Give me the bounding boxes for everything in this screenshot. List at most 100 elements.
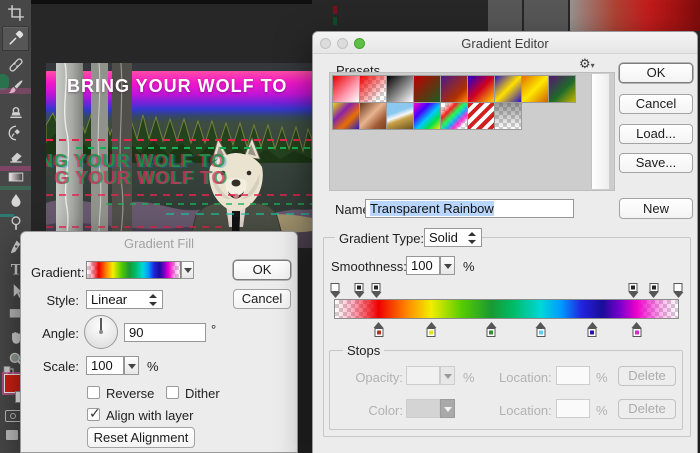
smoothness-label: Smoothness:: [331, 259, 407, 274]
opacity-label: Opacity:: [347, 370, 403, 385]
dodge-tool-icon[interactable]: [7, 214, 25, 232]
gradient-label: Gradient:: [31, 265, 79, 280]
ok-button[interactable]: OK: [233, 260, 291, 280]
spot-healing-tool-icon[interactable]: [7, 56, 25, 74]
reverse-label: Reverse: [106, 386, 154, 401]
selected-text: Transparent Rainbow: [370, 201, 494, 216]
color-stop[interactable]: [535, 322, 546, 337]
gradient-preset[interactable]: [521, 75, 549, 103]
screen-mode-icon[interactable]: [6, 430, 18, 440]
poster-headline: BRING YOUR WOLF TO: [67, 76, 287, 97]
gradient-type-select[interactable]: Solid: [424, 228, 482, 247]
opacity-input: [406, 366, 440, 385]
opacity-stop[interactable]: [628, 283, 639, 298]
dialog-titlebar[interactable]: Gradient Fill: [21, 232, 297, 254]
swap-colors-icon[interactable]: [3, 363, 15, 373]
reset-alignment-button[interactable]: Reset Alignment: [87, 427, 195, 448]
gradient-dropdown-button[interactable]: [181, 261, 194, 279]
opacity-stop[interactable]: [673, 283, 684, 298]
location-input: [556, 366, 590, 385]
updown-arrows-icon: [149, 294, 157, 306]
opacity-stop[interactable]: [371, 283, 382, 298]
scale-dropdown-button[interactable]: [124, 356, 139, 375]
cancel-button[interactable]: Cancel: [233, 289, 291, 309]
color-stop[interactable]: [426, 322, 437, 337]
gradient-tool-icon[interactable]: [7, 168, 25, 186]
panel-block: [524, 0, 568, 31]
style-value: Linear: [91, 292, 127, 307]
percent-unit: %: [596, 403, 608, 418]
new-button[interactable]: New: [619, 198, 693, 219]
style-select[interactable]: Linear: [86, 290, 163, 309]
gradient-preset[interactable]: [386, 102, 414, 130]
angle-input[interactable]: 90: [124, 323, 206, 342]
gradient-preset[interactable]: [440, 102, 468, 130]
gradient-preset[interactable]: [440, 75, 468, 103]
ok-button[interactable]: OK: [619, 63, 693, 83]
color-stop[interactable]: [373, 322, 384, 337]
dither-checkbox[interactable]: [166, 386, 179, 399]
clone-stamp-tool-icon[interactable]: [7, 102, 25, 120]
load-button[interactable]: Load...: [619, 124, 693, 144]
glitch-artifact: [333, 17, 337, 25]
gradient-preset[interactable]: [467, 75, 495, 103]
gradient-preset[interactable]: [467, 102, 495, 130]
canvas-top-strip: [31, 0, 312, 4]
color-label: Color:: [347, 403, 403, 418]
smoothness-dropdown-button[interactable]: [440, 256, 455, 275]
gradient-preset[interactable]: [494, 102, 522, 130]
gradient-preset[interactable]: [548, 75, 576, 103]
gradient-swatch[interactable]: [86, 261, 181, 279]
location-label: Location:: [499, 403, 552, 418]
gear-menu-icon[interactable]: ⚙▾: [579, 56, 595, 72]
angle-dial[interactable]: [84, 315, 118, 349]
gradient-preset[interactable]: [332, 75, 360, 103]
dialog-titlebar[interactable]: Gradient Editor: [313, 32, 697, 54]
gradient-preset[interactable]: [359, 75, 387, 103]
degree-unit: °: [211, 322, 216, 337]
opacity-dropdown-button: [440, 366, 455, 385]
percent-unit: %: [463, 370, 475, 385]
document-canvas[interactable]: BRING YOUR WOLF TO NG YOUR WOLF TO: [46, 63, 312, 248]
color-stop[interactable]: [486, 322, 497, 337]
gradient-preset[interactable]: [359, 102, 387, 130]
scale-input[interactable]: 100: [86, 356, 124, 375]
name-input[interactable]: Transparent Rainbow: [365, 199, 574, 218]
updown-arrows-icon: [468, 232, 476, 244]
gradient-preset[interactable]: [413, 102, 441, 130]
dither-label: Dither: [185, 386, 220, 401]
opacity-stop[interactable]: [354, 283, 365, 298]
brush-tool-icon[interactable]: [7, 78, 25, 96]
history-brush-tool-icon[interactable]: [7, 124, 25, 142]
align-with-layer-checkbox[interactable]: ✓: [87, 408, 100, 421]
gradient-preset[interactable]: [494, 75, 522, 103]
cancel-button[interactable]: Cancel: [619, 94, 693, 114]
color-stop[interactable]: [587, 322, 598, 337]
smoothness-input[interactable]: 100: [406, 256, 440, 275]
glitch-artifact: [0, 186, 31, 190]
presets-scrollbar[interactable]: [591, 74, 609, 189]
scale-label: Scale:: [31, 359, 79, 374]
blur-tool-icon[interactable]: [7, 192, 25, 210]
menu-arrow-icon: ▾: [591, 61, 595, 70]
color-stop[interactable]: [631, 322, 642, 337]
location-input: [556, 399, 590, 418]
glitch-ghost-text: G YOUR WOLF TO: [54, 168, 226, 189]
gear-glyph: ⚙: [579, 56, 591, 71]
align-with-layer-label: Align with layer: [106, 408, 193, 423]
gradient-preset[interactable]: [413, 75, 441, 103]
eyedropper-tool-icon[interactable]: [7, 29, 25, 47]
opacity-stop[interactable]: [330, 283, 341, 298]
percent-unit: %: [596, 370, 608, 385]
opacity-stop[interactable]: [648, 283, 659, 298]
save-button[interactable]: Save...: [619, 153, 693, 173]
gradient-bar[interactable]: [334, 299, 679, 319]
photoshop-workspace: BRING YOUR WOLF TO NG YOUR WOLF TO: [0, 0, 700, 453]
gradient-preset[interactable]: [332, 102, 360, 130]
dialog-title: Gradient Fill: [21, 236, 297, 251]
gradient-type-value: Solid: [429, 230, 458, 245]
crop-tool-icon[interactable]: [7, 4, 25, 22]
eraser-tool-icon[interactable]: [7, 146, 25, 164]
gradient-preset[interactable]: [386, 75, 414, 103]
reverse-checkbox[interactable]: [87, 386, 100, 399]
